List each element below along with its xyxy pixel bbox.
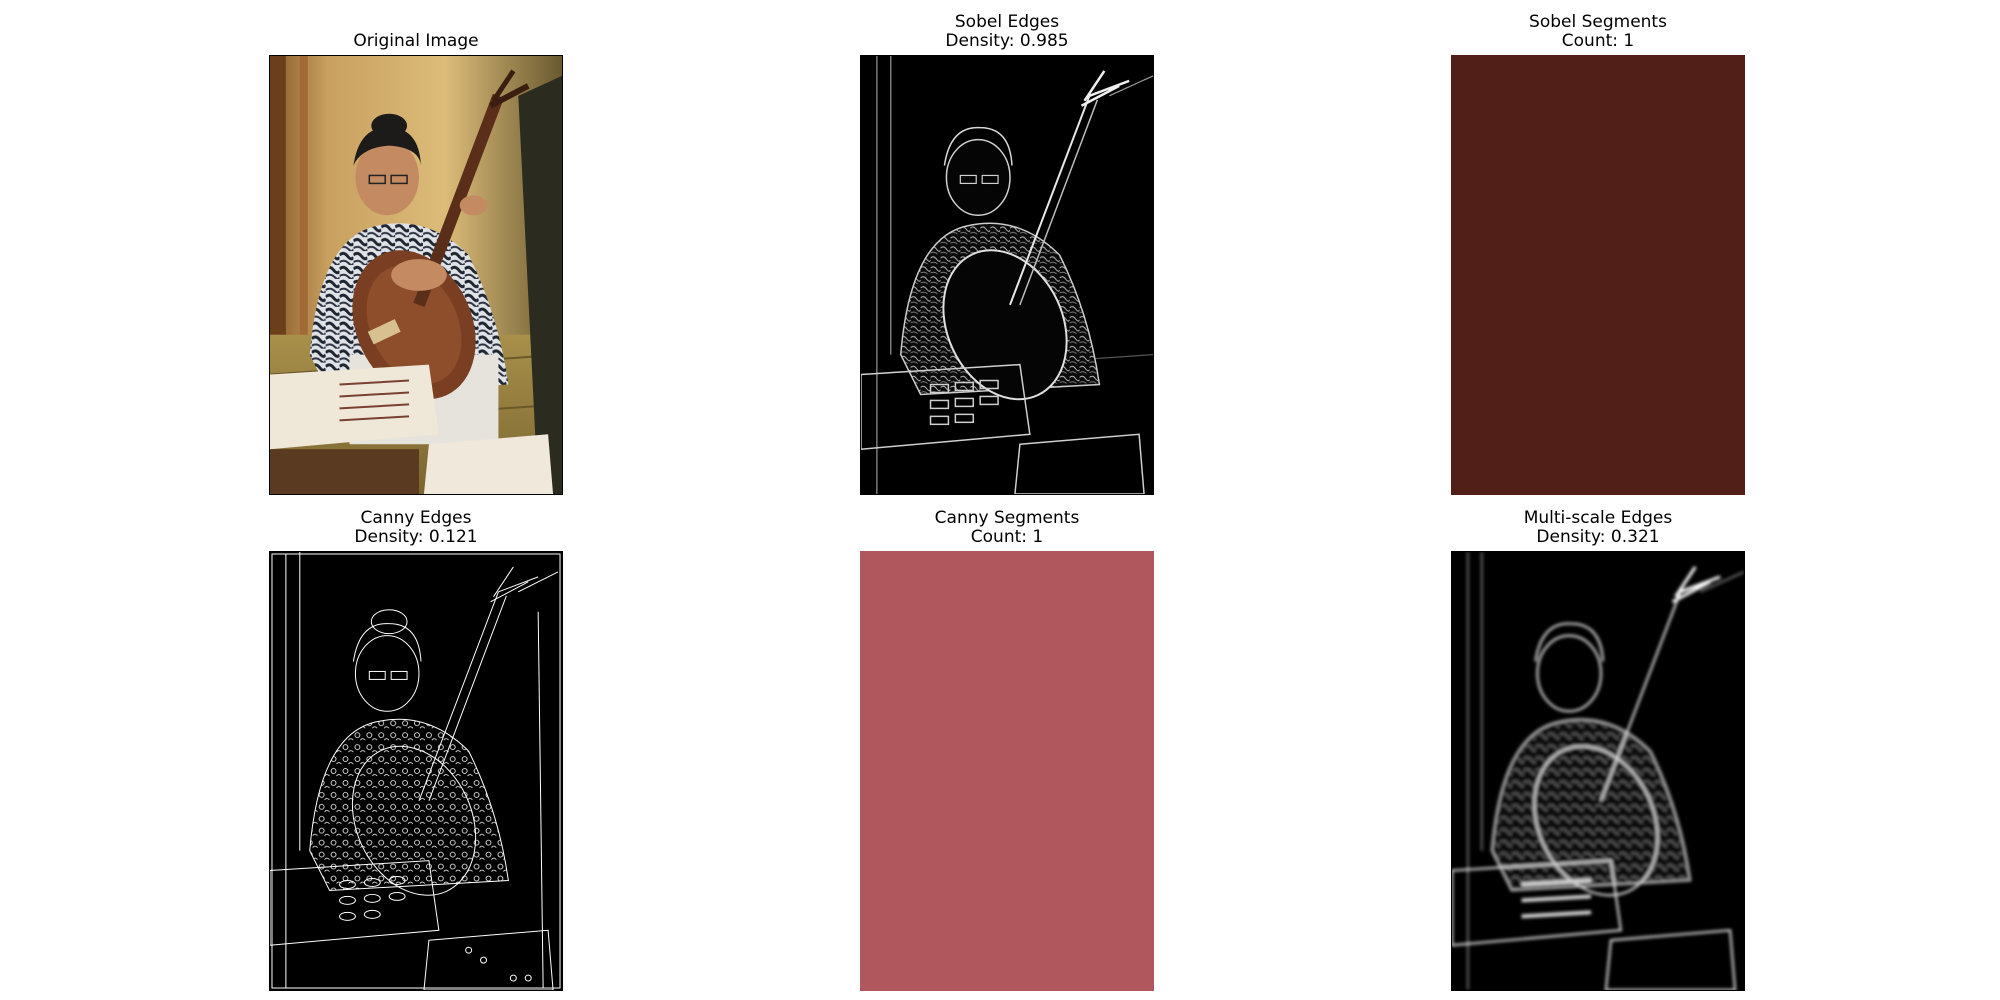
panel-title-text: Canny Edges (360, 508, 472, 528)
panel-subtitle-text: Density: 0.321 (1536, 527, 1660, 547)
panel-title-text: Multi-scale Edges (1523, 508, 1673, 528)
panel-title: Canny Segments Count: 1 (780, 509, 1234, 547)
panel-title: Sobel Segments Count: 1 (1371, 13, 1825, 51)
panel-subtitle-text: Count: 1 (970, 527, 1044, 547)
panel-title: Original Image (189, 32, 643, 51)
panel-subtitle-text: Count: 1 (1561, 31, 1635, 51)
panel-title-text: Sobel Segments (1529, 12, 1667, 32)
panel-title: Multi-scale Edges Density: 0.321 (1371, 509, 1825, 547)
panel-multiscale-edges: Multi-scale Edges Density: 0.321 (1451, 509, 1745, 991)
panel-title-text: Sobel Edges (954, 12, 1060, 32)
panel-sobel-edges: Sobel Edges Density: 0.985 (860, 13, 1154, 495)
sobel-edges-image (860, 55, 1154, 495)
panel-title-text: Canny Segments (934, 508, 1080, 528)
panel-title: Sobel Edges Density: 0.985 (780, 13, 1234, 51)
panel-subtitle-text: Density: 0.985 (945, 31, 1069, 51)
multiscale-edges-image (1451, 551, 1745, 991)
original-photo-illustration (270, 56, 562, 494)
panel-title: Canny Edges Density: 0.121 (189, 509, 643, 547)
segment-fill (860, 551, 1154, 991)
canny-edges-illustration (270, 552, 561, 990)
panel-canny-segments: Canny Segments Count: 1 (860, 509, 1154, 991)
panel-subtitle-text: Density: 0.121 (354, 527, 478, 547)
multiscale-edges-illustration (1452, 552, 1744, 990)
segment-fill (1451, 55, 1745, 495)
panel-sobel-segments: Sobel Segments Count: 1 (1451, 13, 1745, 495)
sobel-segments-image (1451, 55, 1745, 495)
canny-edges-image (269, 551, 563, 991)
sobel-edges-illustration (861, 56, 1153, 494)
panel-canny-edges: Canny Edges Density: 0.121 (269, 509, 563, 991)
panel-title-text: Original Image (353, 31, 479, 51)
original-image (269, 55, 563, 495)
canny-segments-image (860, 551, 1154, 991)
panel-original-image: Original Image (269, 32, 563, 495)
